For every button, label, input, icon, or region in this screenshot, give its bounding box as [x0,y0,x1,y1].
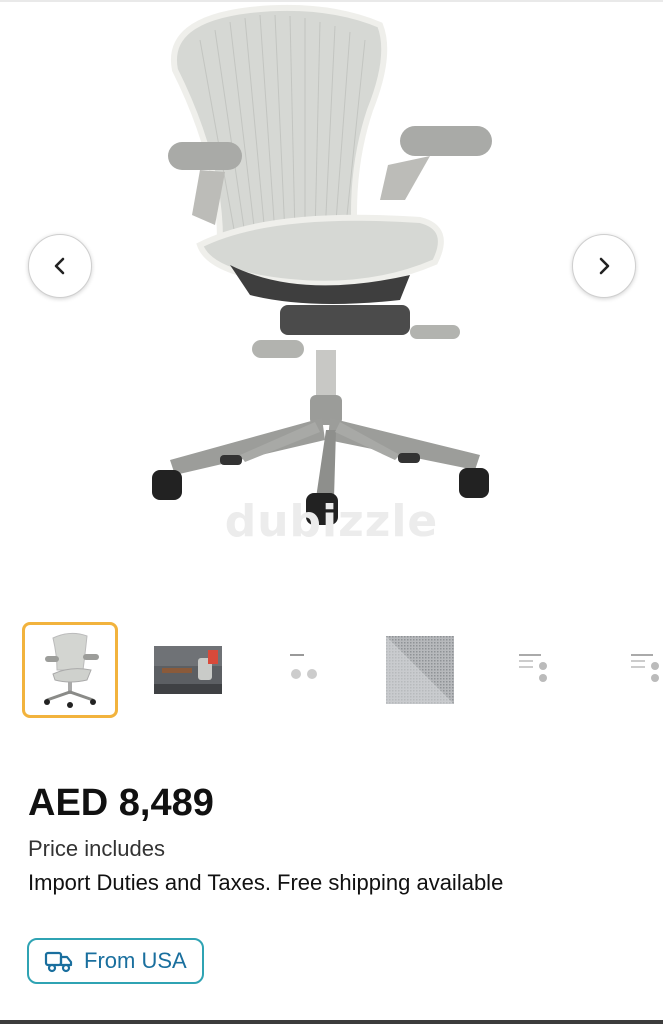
thumbnail-spec-sheet-1[interactable] [258,622,354,718]
truck-icon [44,951,73,973]
divider [0,1020,663,1024]
chevron-right-icon [599,257,610,275]
origin-badge[interactable]: From USA [27,938,204,984]
thumbnail-mesh-swatch[interactable] [372,622,468,718]
previous-image-button[interactable] [28,234,92,298]
chevron-left-icon [54,257,65,275]
price: AED 8,489 [28,782,214,824]
next-image-button[interactable] [572,234,636,298]
mesh-swatch-thumbnail-image [386,636,454,704]
room-thumbnail-image [154,646,222,694]
watermark: dubizzle [224,496,439,547]
thumbnail-chair-photo[interactable] [22,622,118,718]
thumbnail-spec-sheet-2[interactable] [486,622,582,718]
price-note-detail: Import Duties and Taxes. Free shipping a… [28,870,504,895]
spec-sheet-thumbnail-image [286,652,326,688]
spec-sheet-thumbnail-image [517,652,551,688]
image-gallery[interactable]: dubizzle [0,0,663,600]
thumbnail-chair-in-room[interactable] [140,622,236,718]
chair-thumbnail-image [44,632,99,708]
chair-main-image [152,4,492,525]
price-note-heading: Price includes [28,836,165,861]
spec-sheet-thumbnail-image [629,652,663,688]
thumbnail-strip[interactable] [0,618,663,726]
origin-label: From USA [84,948,187,973]
thumbnail-spec-sheet-3[interactable] [598,622,663,718]
